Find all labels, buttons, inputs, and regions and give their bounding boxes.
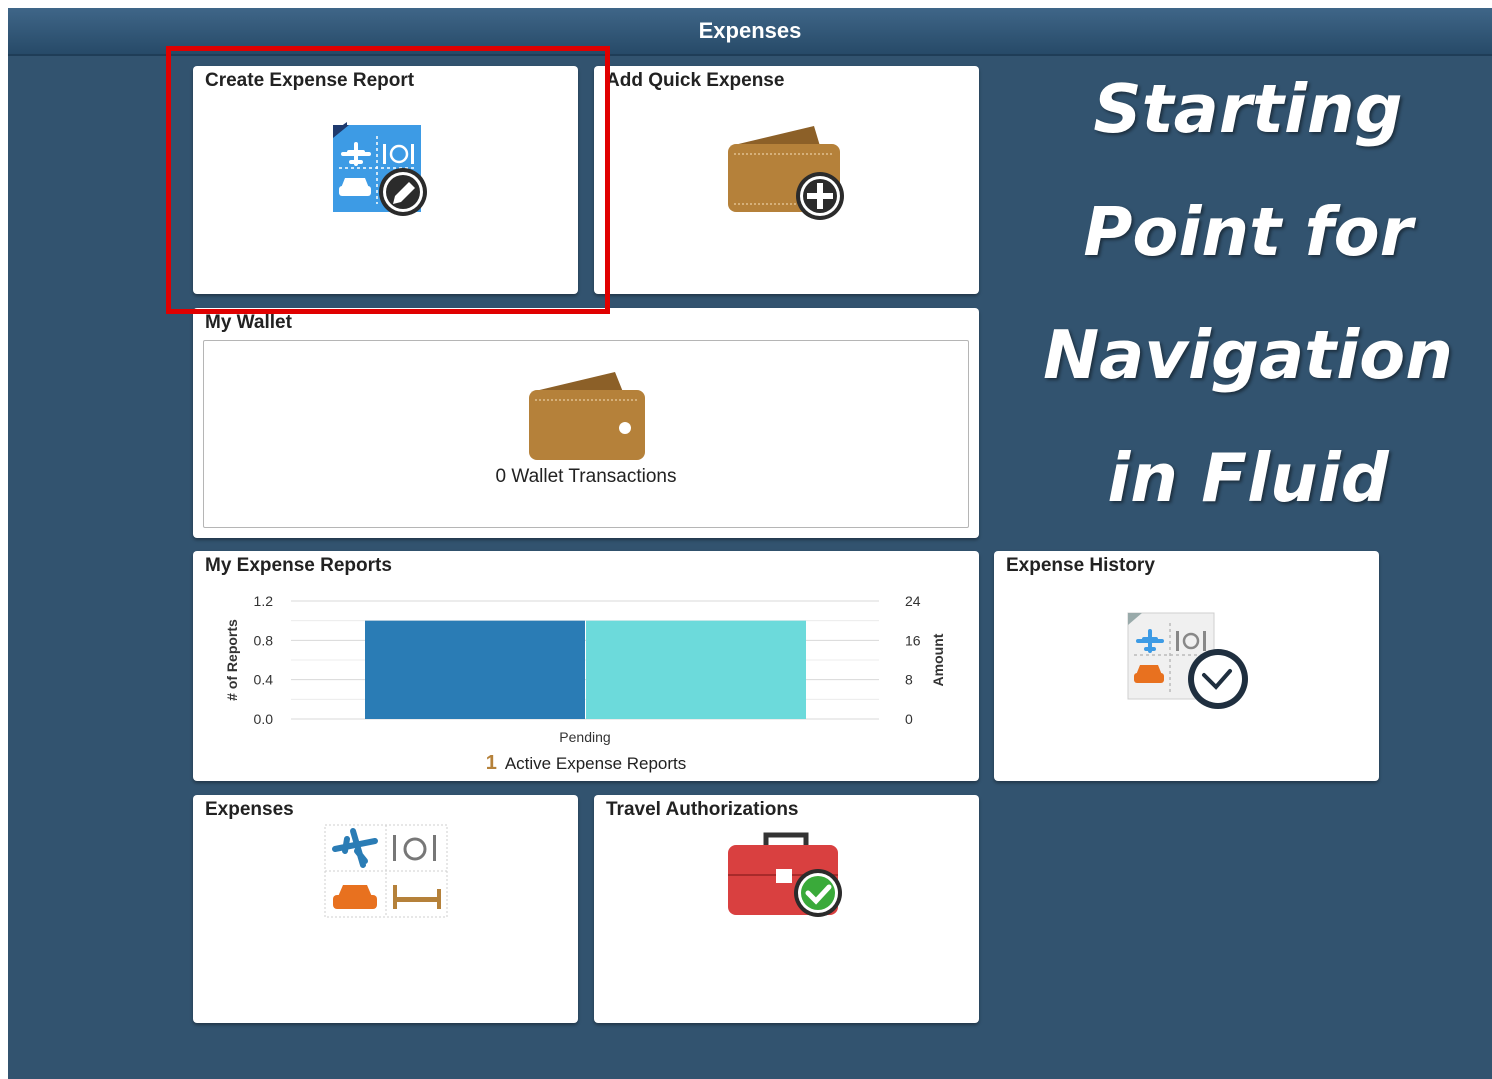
y-tick-label: 0.4 xyxy=(254,672,274,688)
expense-history-clock-icon xyxy=(1127,612,1248,709)
tile-my-wallet[interactable]: My Wallet 0 Wallet Transactions xyxy=(193,308,979,538)
tile-title: My Wallet xyxy=(205,312,292,333)
y-tick-label: 0.8 xyxy=(254,632,274,648)
tagline-line: Point for xyxy=(1083,193,1413,271)
tagline-line: in Fluid xyxy=(1107,439,1389,517)
tile-my-expense-reports[interactable]: My Expense Reports 0.0 0.4 0.8 1.2 0 8 16 24 # o… xyxy=(193,551,979,781)
tile-create-expense-report[interactable]: Create Expense Report xyxy=(193,66,578,294)
active-reports-label: Active Expense Reports xyxy=(504,754,687,773)
y2-tick-label: 16 xyxy=(905,632,921,648)
bar-amount xyxy=(586,620,806,719)
tile-title: Travel Authorizations xyxy=(606,799,799,820)
tagline-line: Navigation xyxy=(1043,316,1453,394)
tile-travel-authorizations[interactable]: Travel Authorizations xyxy=(594,795,979,1023)
tagline: Starting Point for Navigation in Fluid xyxy=(1028,48,1468,540)
y-axis-title: # of Reports xyxy=(224,619,240,701)
expense-report-edit-icon xyxy=(333,122,427,216)
tile-title: Expense History xyxy=(1006,555,1155,576)
y2-tick-label: 24 xyxy=(905,593,921,609)
y-tick-label: 1.2 xyxy=(254,593,274,609)
expenses-homepage: Expenses Create Expense Report Add Quick… xyxy=(8,8,1492,1079)
x-tick-label: Pending xyxy=(559,729,610,745)
tagline-line: Starting xyxy=(1093,70,1403,148)
y2-tick-label: 0 xyxy=(905,711,913,727)
wallet-icon xyxy=(529,372,645,460)
wallet-transactions[interactable]: 0 Wallet Transactions xyxy=(193,466,979,488)
travel-authorization-check-icon xyxy=(728,832,842,917)
tile-title: Expenses xyxy=(205,799,294,820)
tile-add-quick-expense[interactable]: Add Quick Expense xyxy=(594,66,979,294)
expense-reports-chart: 0.0 0.4 0.8 1.2 0 8 16 24 # of Reports Amount Pend… xyxy=(224,593,946,745)
expense-types-icon xyxy=(324,824,448,918)
bar-reports xyxy=(365,620,585,719)
y-tick-label: 0.0 xyxy=(254,711,274,727)
active-reports-count: 1 xyxy=(485,752,497,774)
tile-title: Add Quick Expense xyxy=(606,70,785,91)
y2-axis-title: Amount xyxy=(930,633,946,686)
active-reports-summary[interactable]: 1 Active Expense Reports xyxy=(193,752,979,775)
wallet-add-icon xyxy=(728,126,844,220)
page-title: Expenses xyxy=(698,18,802,43)
tile-expense-history[interactable]: Expense History xyxy=(994,551,1379,781)
y2-tick-label: 8 xyxy=(905,672,913,688)
tile-expenses[interactable]: Expenses xyxy=(193,795,578,1023)
tile-title: Create Expense Report xyxy=(205,70,415,91)
